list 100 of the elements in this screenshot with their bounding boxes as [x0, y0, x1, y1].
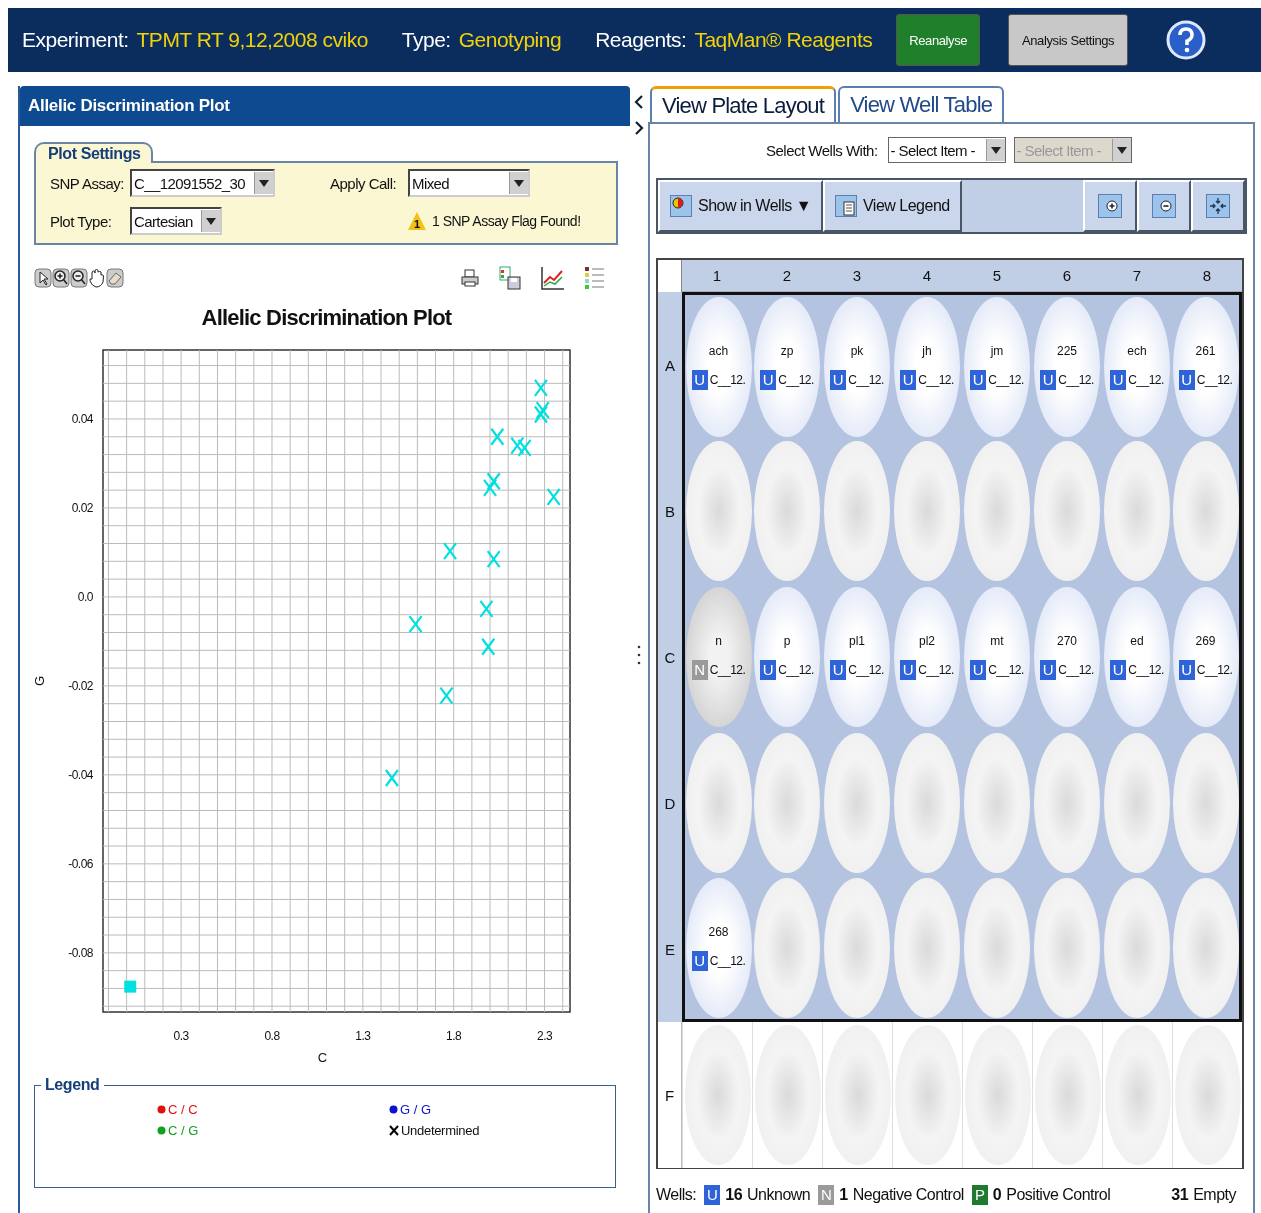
assay-name: C__12.	[918, 663, 954, 677]
well[interactable]: pl2 U C__12.	[894, 587, 960, 727]
well[interactable]: 270 U C__12.	[1034, 587, 1100, 727]
legend-title: Legend	[44, 1076, 101, 1094]
header-label: Reagents:	[595, 28, 687, 52]
y-tick-label: 0.04	[71, 411, 93, 426]
well[interactable]: n N C__12.	[685, 587, 752, 727]
task-tag: U	[1110, 660, 1127, 680]
legend-list-icon[interactable]	[584, 265, 606, 291]
pointer-icon[interactable]	[34, 268, 52, 288]
call-dropdown[interactable]: Mixed	[408, 169, 530, 197]
task-tag: U	[1110, 369, 1127, 390]
assay-name: C__12.	[988, 663, 1024, 677]
well[interactable]	[1034, 1025, 1101, 1165]
data-point	[517, 438, 532, 457]
well[interactable]	[894, 1025, 961, 1165]
y-axis-label: G	[32, 675, 47, 687]
sample-name: mt	[990, 634, 1004, 648]
row-header: D	[658, 730, 682, 876]
show-in-wells-button[interactable]: Show in Wells ▼	[658, 180, 823, 232]
well[interactable]	[1174, 1025, 1241, 1165]
hand-icon[interactable]	[88, 268, 106, 288]
well[interactable]: ech U C__12.	[1104, 296, 1170, 437]
zoom-in-button[interactable]	[1083, 180, 1137, 232]
well[interactable]: 225 U C__12.	[1034, 296, 1100, 437]
well[interactable]	[754, 1025, 821, 1165]
well-count: 31	[1171, 1186, 1189, 1204]
task-tag: N	[818, 1185, 835, 1205]
assay-name: C__12.	[918, 372, 954, 387]
data-point	[482, 478, 498, 498]
view-tab[interactable]: View Well Table	[838, 86, 1005, 122]
header-value: TaqMan® Reagents	[694, 28, 873, 52]
data-point	[533, 378, 549, 397]
column-header: 7	[1102, 260, 1172, 292]
well[interactable]: zp U C__12.	[754, 296, 820, 437]
flag-message: 1 SNP Assay Flag Found!	[432, 213, 581, 229]
assay-name: C__12.	[709, 372, 746, 387]
header-label: Experiment:	[22, 28, 129, 52]
y-tick-label: -0.02	[68, 678, 93, 693]
x-tick-label: 0.3	[173, 1029, 189, 1043]
well[interactable]: ach U C__12.	[685, 296, 752, 437]
zoom-out-icon[interactable]	[70, 268, 88, 288]
well-filter-dropdown[interactable]: - Select Item -	[887, 137, 1006, 163]
settings-button[interactable]: Analysis Settings	[1008, 14, 1129, 66]
data-point	[442, 542, 458, 561]
well[interactable]: jh U C__12.	[894, 296, 960, 437]
task-tag: U	[970, 369, 987, 390]
print-icon[interactable]	[460, 268, 480, 288]
eraser-icon[interactable]	[106, 268, 124, 288]
panel-title: Allelic Discrimination Plot	[20, 86, 630, 126]
assay-name: C__12.	[848, 372, 884, 387]
assay-dropdown[interactable]: C__12091552_30	[130, 169, 275, 197]
assay-name: C__12.	[1196, 372, 1233, 387]
column-header: 8	[1172, 260, 1242, 292]
view-legend-button[interactable]: View Legend	[822, 180, 962, 232]
help-icon[interactable]	[1166, 20, 1207, 60]
data-point	[479, 599, 494, 619]
well[interactable]: pl1 U C__12.	[824, 587, 890, 727]
count-label: Negative Control	[852, 1186, 964, 1204]
data-point	[535, 400, 550, 420]
sample-name: 268	[708, 924, 729, 939]
well[interactable]	[964, 1025, 1031, 1165]
well-count: 0	[992, 1186, 1002, 1204]
well[interactable]: jm U C__12.	[964, 296, 1030, 437]
column-header: 3	[822, 260, 892, 292]
data-point	[546, 487, 561, 506]
export-icon[interactable]	[498, 265, 522, 291]
well[interactable]: 268 U C__12.	[685, 877, 752, 1018]
assay-name: C__12.	[848, 663, 884, 677]
settings-tab[interactable]: Plot Settings	[34, 142, 153, 163]
collapse-left-icon[interactable]	[634, 94, 644, 110]
task-tag: U	[704, 1185, 721, 1205]
zoom-in-icon[interactable]	[52, 268, 70, 288]
well[interactable]	[824, 1025, 891, 1165]
zoom-out-button[interactable]	[1137, 180, 1191, 232]
sample-name: jh	[922, 343, 932, 358]
x-axis-label: C	[317, 1050, 328, 1065]
task-tag: U	[900, 369, 917, 390]
data-point	[510, 436, 525, 455]
well[interactable]	[684, 1025, 751, 1165]
select-label: Select Wells With:	[766, 141, 878, 159]
y-tick-label: -0.06	[68, 856, 93, 871]
well[interactable]: pk U C__12.	[824, 296, 890, 437]
well[interactable]: mt U C__12.	[964, 587, 1030, 727]
well[interactable]: ed U C__12.	[1104, 587, 1170, 727]
well[interactable]: p U C__12.	[754, 587, 820, 727]
expand-right-icon[interactable]	[634, 120, 644, 136]
plot-type-dropdown[interactable]: Cartesian	[130, 207, 222, 235]
view-tab[interactable]: View Plate Layout	[650, 86, 837, 122]
zoom-in-icon	[1098, 194, 1122, 218]
line-chart-icon[interactable]	[540, 265, 566, 291]
sample-name: zp	[780, 343, 794, 358]
fit-button[interactable]	[1191, 180, 1245, 232]
well[interactable]: 261 U C__12.	[1172, 296, 1239, 437]
well[interactable]: 269 U C__12.	[1172, 587, 1239, 727]
well[interactable]	[1104, 1025, 1171, 1165]
sample-name: 261	[1195, 343, 1216, 358]
reanalyse-button[interactable]: Reanalyse	[896, 14, 981, 66]
task-tag: U	[970, 660, 987, 680]
field-label: Apply Call:	[330, 174, 398, 192]
